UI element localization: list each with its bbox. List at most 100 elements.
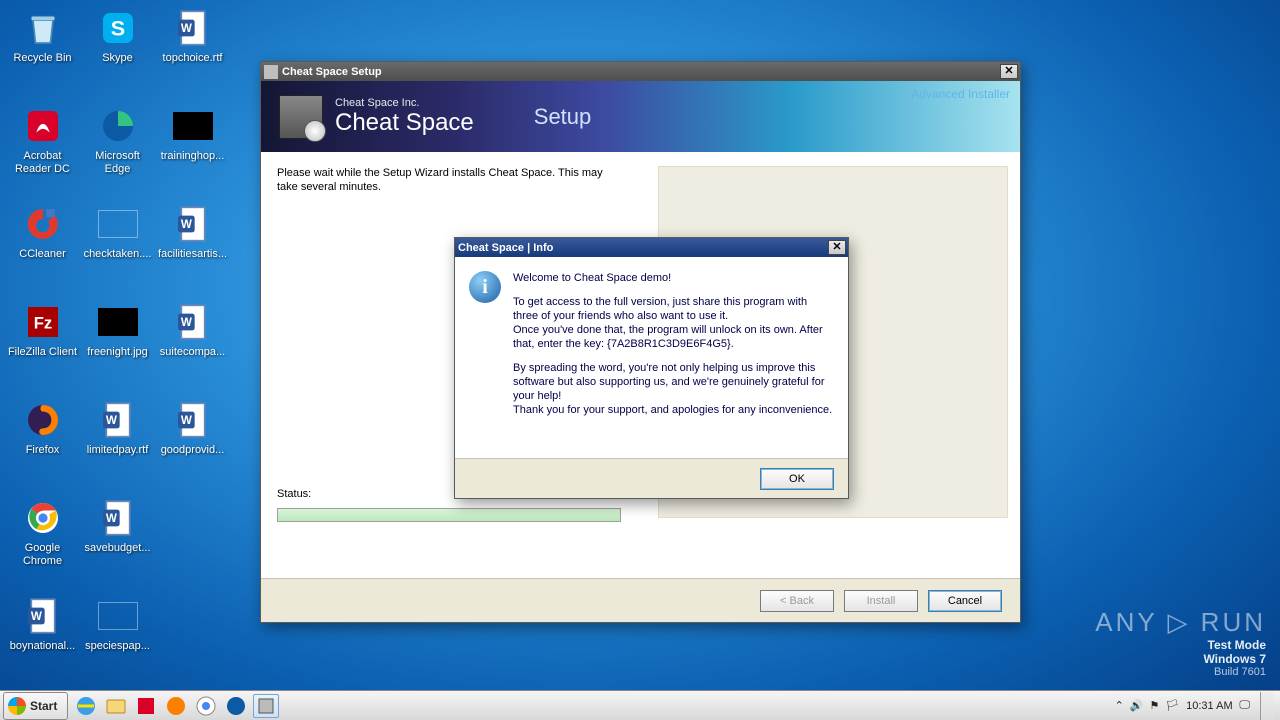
desktop-icon[interactable]: freenight.jpg: [80, 299, 155, 397]
desktop-icon-label: Recycle Bin: [13, 52, 71, 65]
system-tray: ⌃ 🔊 ⚑ 🏳 10:31 AM 🖵: [1109, 692, 1280, 720]
chrome-icon: [22, 497, 64, 539]
info-p3: Once you've done that, the program will …: [513, 324, 823, 350]
desktop: Recycle BinSSkypeWtopchoice.rtfAcrobat R…: [0, 0, 1280, 720]
setup-titlebar[interactable]: Cheat Space Setup ✕: [261, 62, 1020, 81]
tray-volume-icon[interactable]: 🔊: [1130, 699, 1144, 712]
svg-text:Fz: Fz: [33, 314, 52, 333]
status-label: Status:: [277, 488, 311, 500]
desktop-icon-label: Microsoft Edge: [82, 150, 154, 176]
desktop-icon-label: goodprovid...: [161, 444, 225, 457]
info-titlebar[interactable]: Cheat Space | Info ✕: [455, 238, 848, 257]
desktop-icon[interactable]: Wsuitecompa...: [155, 299, 230, 397]
info-p2: To get access to the full version, just …: [513, 296, 807, 322]
word-icon: W: [97, 399, 139, 441]
desktop-icon[interactable]: Wfacilitiesartis...: [155, 201, 230, 299]
test-mode-label: Test Mode: [1095, 638, 1266, 652]
ccleaner-icon: [22, 203, 64, 245]
desktop-icon-label: freenight.jpg: [87, 346, 148, 359]
desktop-icon-grid: Recycle BinSSkypeWtopchoice.rtfAcrobat R…: [5, 5, 230, 691]
start-button[interactable]: Start: [3, 692, 68, 720]
desktop-icon[interactable]: Wtopchoice.rtf: [155, 5, 230, 103]
os-label: Windows 7: [1095, 652, 1266, 666]
folder-icon: [97, 595, 139, 637]
tray-monitor-icon[interactable]: 🖵: [1239, 699, 1250, 712]
desktop-icon[interactable]: traininghop...: [155, 103, 230, 201]
tray-action-icon[interactable]: ⚑: [1150, 699, 1160, 712]
setup-close-button[interactable]: ✕: [1000, 64, 1018, 79]
black-icon: [97, 301, 139, 343]
info-icon: i: [469, 271, 501, 303]
desktop-icon-label: Acrobat Reader DC: [7, 150, 79, 176]
svg-text:W: W: [30, 610, 41, 623]
word-icon: W: [172, 7, 214, 49]
cancel-button[interactable]: Cancel: [928, 590, 1002, 612]
company-label: Cheat Space Inc.: [335, 97, 474, 109]
taskbar-edge-icon[interactable]: [223, 694, 249, 718]
info-text: Welcome to Cheat Space demo! To get acce…: [513, 271, 834, 448]
desktop-icon[interactable]: Fz FileZilla Client: [5, 299, 80, 397]
desktop-icon-label: facilitiesartis...: [158, 248, 227, 261]
desktop-icon[interactable]: Wlimitedpay.rtf: [80, 397, 155, 495]
taskbar-chrome-icon[interactable]: [193, 694, 219, 718]
desktop-icon[interactable]: Google Chrome: [5, 495, 80, 593]
desktop-icon[interactable]: Wsavebudget...: [80, 495, 155, 593]
svg-text:W: W: [105, 512, 116, 525]
desktop-icon[interactable]: checktaken....: [80, 201, 155, 299]
desktop-icon-label: Google Chrome: [7, 542, 79, 568]
desktop-icon-label: topchoice.rtf: [163, 52, 223, 65]
desktop-icon-label: speciespap...: [85, 640, 150, 653]
taskbar-acrobat-icon[interactable]: [133, 694, 159, 718]
setup-banner-icon: [279, 95, 323, 139]
svg-text:W: W: [180, 218, 191, 231]
setup-banner: Cheat Space Inc. Cheat Space Setup Advan…: [261, 81, 1020, 152]
word-icon: W: [22, 595, 64, 637]
word-icon: W: [172, 203, 214, 245]
taskbar-firefox-icon[interactable]: [163, 694, 189, 718]
product-label: Cheat Space: [335, 109, 474, 137]
start-label: Start: [30, 699, 57, 713]
info-body: i Welcome to Cheat Space demo! To get ac…: [455, 257, 848, 458]
info-p5: Thank you for your support, and apologie…: [513, 404, 832, 416]
desktop-icon[interactable]: Wgoodprovid...: [155, 397, 230, 495]
tray-expand-icon[interactable]: ⌃: [1115, 699, 1124, 712]
taskbar-setup-task[interactable]: [253, 694, 279, 718]
info-title-text: Cheat Space | Info: [458, 242, 553, 254]
ok-button[interactable]: OK: [760, 468, 834, 490]
bin-icon: [22, 7, 64, 49]
tray-flag-icon[interactable]: 🏳: [1165, 699, 1179, 712]
desktop-icon[interactable]: speciespap...: [80, 593, 155, 691]
svg-text:W: W: [180, 22, 191, 35]
desktop-icon-label: FileZilla Client: [8, 346, 77, 359]
setup-title-text: Cheat Space Setup: [282, 66, 382, 78]
desktop-icon[interactable]: Wboynational...: [5, 593, 80, 691]
desktop-icon[interactable]: Acrobat Reader DC: [5, 103, 80, 201]
taskbar-ie-icon[interactable]: [73, 694, 99, 718]
desktop-icon-label: Firefox: [26, 444, 60, 457]
build-label: Build 7601: [1095, 666, 1266, 678]
desktop-icon[interactable]: Recycle Bin: [5, 5, 80, 103]
taskbar-explorer-icon[interactable]: [103, 694, 129, 718]
word-icon: W: [172, 301, 214, 343]
desktop-icon-label: suitecompa...: [160, 346, 225, 359]
desktop-icon[interactable]: CCleaner: [5, 201, 80, 299]
progress-bar: [277, 508, 621, 522]
setup-word: Setup: [534, 104, 592, 130]
anyrun-logo: ANY ▷ RUN: [1095, 607, 1266, 638]
info-dialog: Cheat Space | Info ✕ i Welcome to Cheat …: [454, 237, 849, 499]
info-p4: By spreading the word, you're not only h…: [513, 362, 825, 402]
info-footer: OK: [455, 458, 848, 498]
setup-wait-message: Please wait while the Setup Wizard insta…: [277, 166, 615, 194]
black-icon: [172, 105, 214, 147]
filezilla-icon: Fz: [22, 301, 64, 343]
desktop-icon[interactable]: Firefox: [5, 397, 80, 495]
svg-text:S: S: [110, 16, 124, 41]
info-p1: Welcome to Cheat Space demo!: [513, 271, 834, 285]
desktop-icon[interactable]: Microsoft Edge: [80, 103, 155, 201]
edge-icon: [97, 105, 139, 147]
desktop-icon[interactable]: SSkype: [80, 5, 155, 103]
info-close-button[interactable]: ✕: [828, 240, 846, 255]
tray-clock[interactable]: 10:31 AM: [1185, 700, 1233, 712]
skype-icon: S: [97, 7, 139, 49]
show-desktop-button[interactable]: [1260, 692, 1274, 720]
